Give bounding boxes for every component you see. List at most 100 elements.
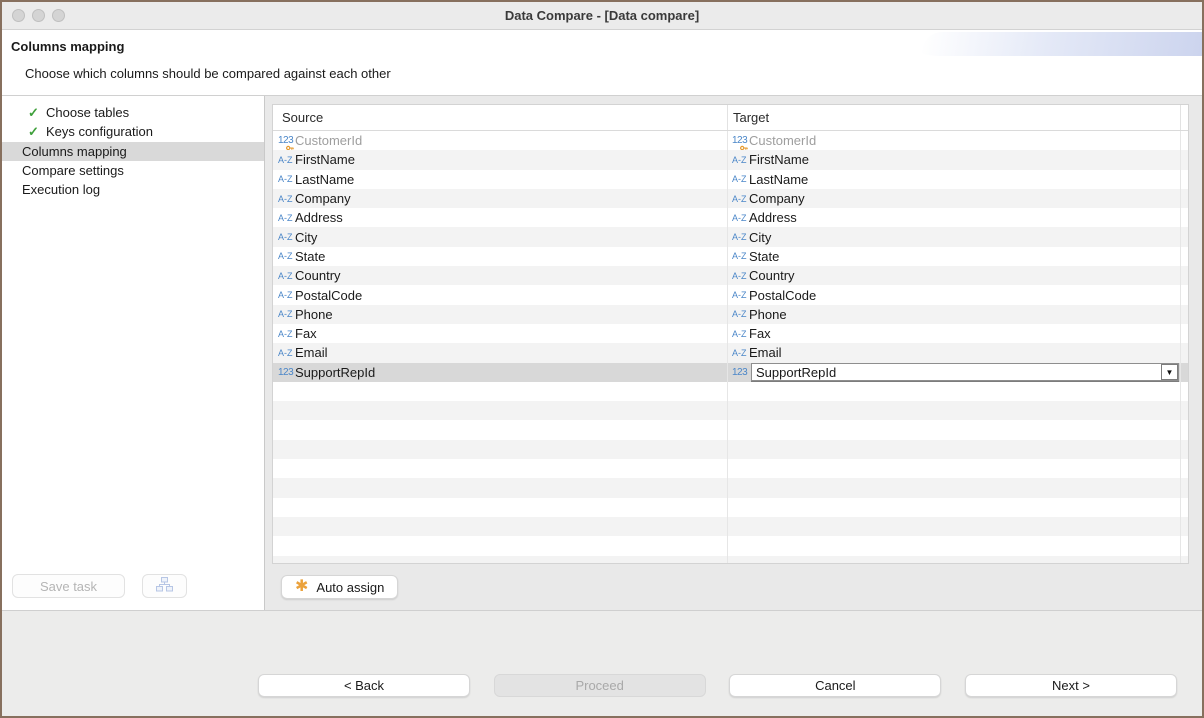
task-tree-button[interactable]: [142, 574, 187, 598]
table-row[interactable]: A-ZPhoneA-ZPhone: [273, 305, 1188, 324]
target-cell: [727, 420, 1180, 439]
target-cell[interactable]: 123SupportRepId▼FirstNameLastNameCompany…: [727, 363, 1180, 382]
target-cell[interactable]: A-ZCompany: [727, 189, 1180, 208]
table-row[interactable]: A-ZLastNameA-ZLastName: [273, 170, 1188, 189]
target-cell[interactable]: A-ZPhone: [727, 305, 1180, 324]
target-cell[interactable]: A-ZEmail: [727, 343, 1180, 362]
source-cell[interactable]: 123SupportRepId: [273, 363, 727, 382]
source-cell[interactable]: A-ZPhone: [273, 305, 727, 324]
table-row[interactable]: A-ZFirstNameA-ZFirstName: [273, 150, 1188, 169]
source-cell[interactable]: A-ZFax: [273, 324, 727, 343]
table-row[interactable]: 123SupportRepId123SupportRepId▼FirstName…: [273, 363, 1188, 382]
key-icon: [286, 143, 294, 150]
row-gutter: [1180, 459, 1188, 478]
target-cell[interactable]: A-ZFirstName: [727, 150, 1180, 169]
table-row[interactable]: 123CustomerId123CustomerId: [273, 131, 1188, 150]
auto-assign-label: Auto assign: [316, 580, 384, 595]
table-row[interactable]: A-ZPostalCodeA-ZPostalCode: [273, 285, 1188, 304]
source-column-header[interactable]: Source: [273, 105, 727, 130]
target-cell[interactable]: A-ZFax: [727, 324, 1180, 343]
zoom-button[interactable]: [52, 9, 65, 22]
target-cell[interactable]: A-ZPostalCode: [727, 285, 1180, 304]
table-body: 123CustomerId123CustomerIdA-ZFirstNameA-…: [273, 131, 1188, 563]
dialog-footer: < Back Proceed Cancel Next >: [2, 610, 1202, 716]
text-type-icon: A-Z: [278, 174, 295, 184]
source-column-name: Address: [295, 210, 343, 225]
check-icon: ✓: [28, 105, 46, 121]
wizard-content: ✓Choose tables✓Keys configurationColumns…: [2, 96, 1202, 610]
text-type-icon: A-Z: [732, 348, 749, 358]
source-cell[interactable]: A-ZPostalCode: [273, 285, 727, 304]
table-row[interactable]: A-ZStateA-ZState: [273, 247, 1188, 266]
minimize-button[interactable]: [32, 9, 45, 22]
text-type-icon: A-Z: [732, 232, 749, 242]
source-column-name: PostalCode: [295, 288, 362, 303]
source-column-name: SupportRepId: [295, 365, 375, 380]
empty-table-row[interactable]: [273, 478, 1188, 497]
table-row[interactable]: A-ZCountryA-ZCountry: [273, 266, 1188, 285]
empty-table-row[interactable]: [273, 556, 1188, 563]
close-button[interactable]: [12, 9, 25, 22]
target-cell[interactable]: A-ZCountry: [727, 266, 1180, 285]
sidebar-step-choose-tables[interactable]: ✓Choose tables: [2, 103, 264, 122]
sidebar-step-keys-configuration[interactable]: ✓Keys configuration: [2, 122, 264, 141]
source-cell[interactable]: A-ZFirstName: [273, 150, 727, 169]
auto-assign-button[interactable]: ✱ Auto assign: [281, 575, 398, 599]
empty-table-row[interactable]: [273, 536, 1188, 555]
source-cell[interactable]: A-ZState: [273, 247, 727, 266]
source-cell[interactable]: A-ZCompany: [273, 189, 727, 208]
empty-table-row[interactable]: [273, 440, 1188, 459]
combo-value: SupportRepId: [756, 365, 836, 380]
save-task-button[interactable]: Save task: [12, 574, 125, 598]
target-column-header[interactable]: Target: [727, 105, 1180, 130]
source-column-name: Company: [295, 191, 351, 206]
empty-table-row[interactable]: [273, 459, 1188, 478]
target-cell: [727, 401, 1180, 420]
empty-table-row[interactable]: [273, 401, 1188, 420]
combo-dropdown-arrow-icon[interactable]: ▼: [1161, 364, 1178, 380]
data-compare-dialog: Data Compare - [Data compare] Columns ma…: [0, 0, 1204, 718]
row-gutter: [1180, 285, 1188, 304]
empty-table-row[interactable]: [273, 382, 1188, 401]
page-subtitle: Choose which columns should be compared …: [25, 66, 391, 81]
target-cell[interactable]: A-ZState: [727, 247, 1180, 266]
sidebar-step-columns-mapping[interactable]: Columns mapping: [2, 142, 264, 161]
source-cell[interactable]: 123CustomerId: [273, 131, 727, 150]
row-gutter: [1180, 478, 1188, 497]
table-row[interactable]: A-ZEmailA-ZEmail: [273, 343, 1188, 362]
target-cell[interactable]: A-ZCity: [727, 227, 1180, 246]
target-cell[interactable]: A-ZLastName: [727, 170, 1180, 189]
table-row[interactable]: A-ZFaxA-ZFax: [273, 324, 1188, 343]
back-button[interactable]: < Back: [258, 674, 470, 697]
table-row[interactable]: A-ZCompanyA-ZCompany: [273, 189, 1188, 208]
source-cell[interactable]: A-ZCity: [273, 227, 727, 246]
empty-table-row[interactable]: [273, 420, 1188, 439]
sidebar-step-execution-log[interactable]: Execution log: [2, 180, 264, 199]
source-cell[interactable]: A-ZLastName: [273, 170, 727, 189]
target-cell[interactable]: A-ZAddress: [727, 208, 1180, 227]
text-type-icon: A-Z: [278, 213, 295, 223]
empty-table-row[interactable]: [273, 517, 1188, 536]
row-gutter: [1180, 517, 1188, 536]
mapping-panel: Source Target 123CustomerId123CustomerId…: [265, 96, 1202, 610]
next-button[interactable]: Next >: [965, 674, 1177, 697]
row-gutter: [1180, 170, 1188, 189]
table-row[interactable]: A-ZCityA-ZCity: [273, 227, 1188, 246]
source-cell[interactable]: A-ZAddress: [273, 208, 727, 227]
source-cell[interactable]: A-ZEmail: [273, 343, 727, 362]
cancel-button[interactable]: Cancel: [729, 674, 941, 697]
target-column-combo[interactable]: SupportRepId▼FirstNameLastNameCompanyAdd…: [751, 363, 1179, 381]
steps-list: ✓Choose tables✓Keys configurationColumns…: [2, 103, 264, 199]
target-cell: [727, 517, 1180, 536]
empty-table-row[interactable]: [273, 498, 1188, 517]
target-column-name: PostalCode: [749, 288, 816, 303]
sidebar-step-compare-settings[interactable]: Compare settings: [2, 161, 264, 180]
row-gutter: [1180, 227, 1188, 246]
source-cell: [273, 498, 727, 517]
source-cell[interactable]: A-ZCountry: [273, 266, 727, 285]
table-row[interactable]: A-ZAddressA-ZAddress: [273, 208, 1188, 227]
target-cell[interactable]: 123CustomerId: [727, 131, 1180, 150]
text-type-icon: A-Z: [732, 290, 749, 300]
proceed-button[interactable]: Proceed: [494, 674, 706, 697]
traffic-lights: [12, 2, 65, 29]
